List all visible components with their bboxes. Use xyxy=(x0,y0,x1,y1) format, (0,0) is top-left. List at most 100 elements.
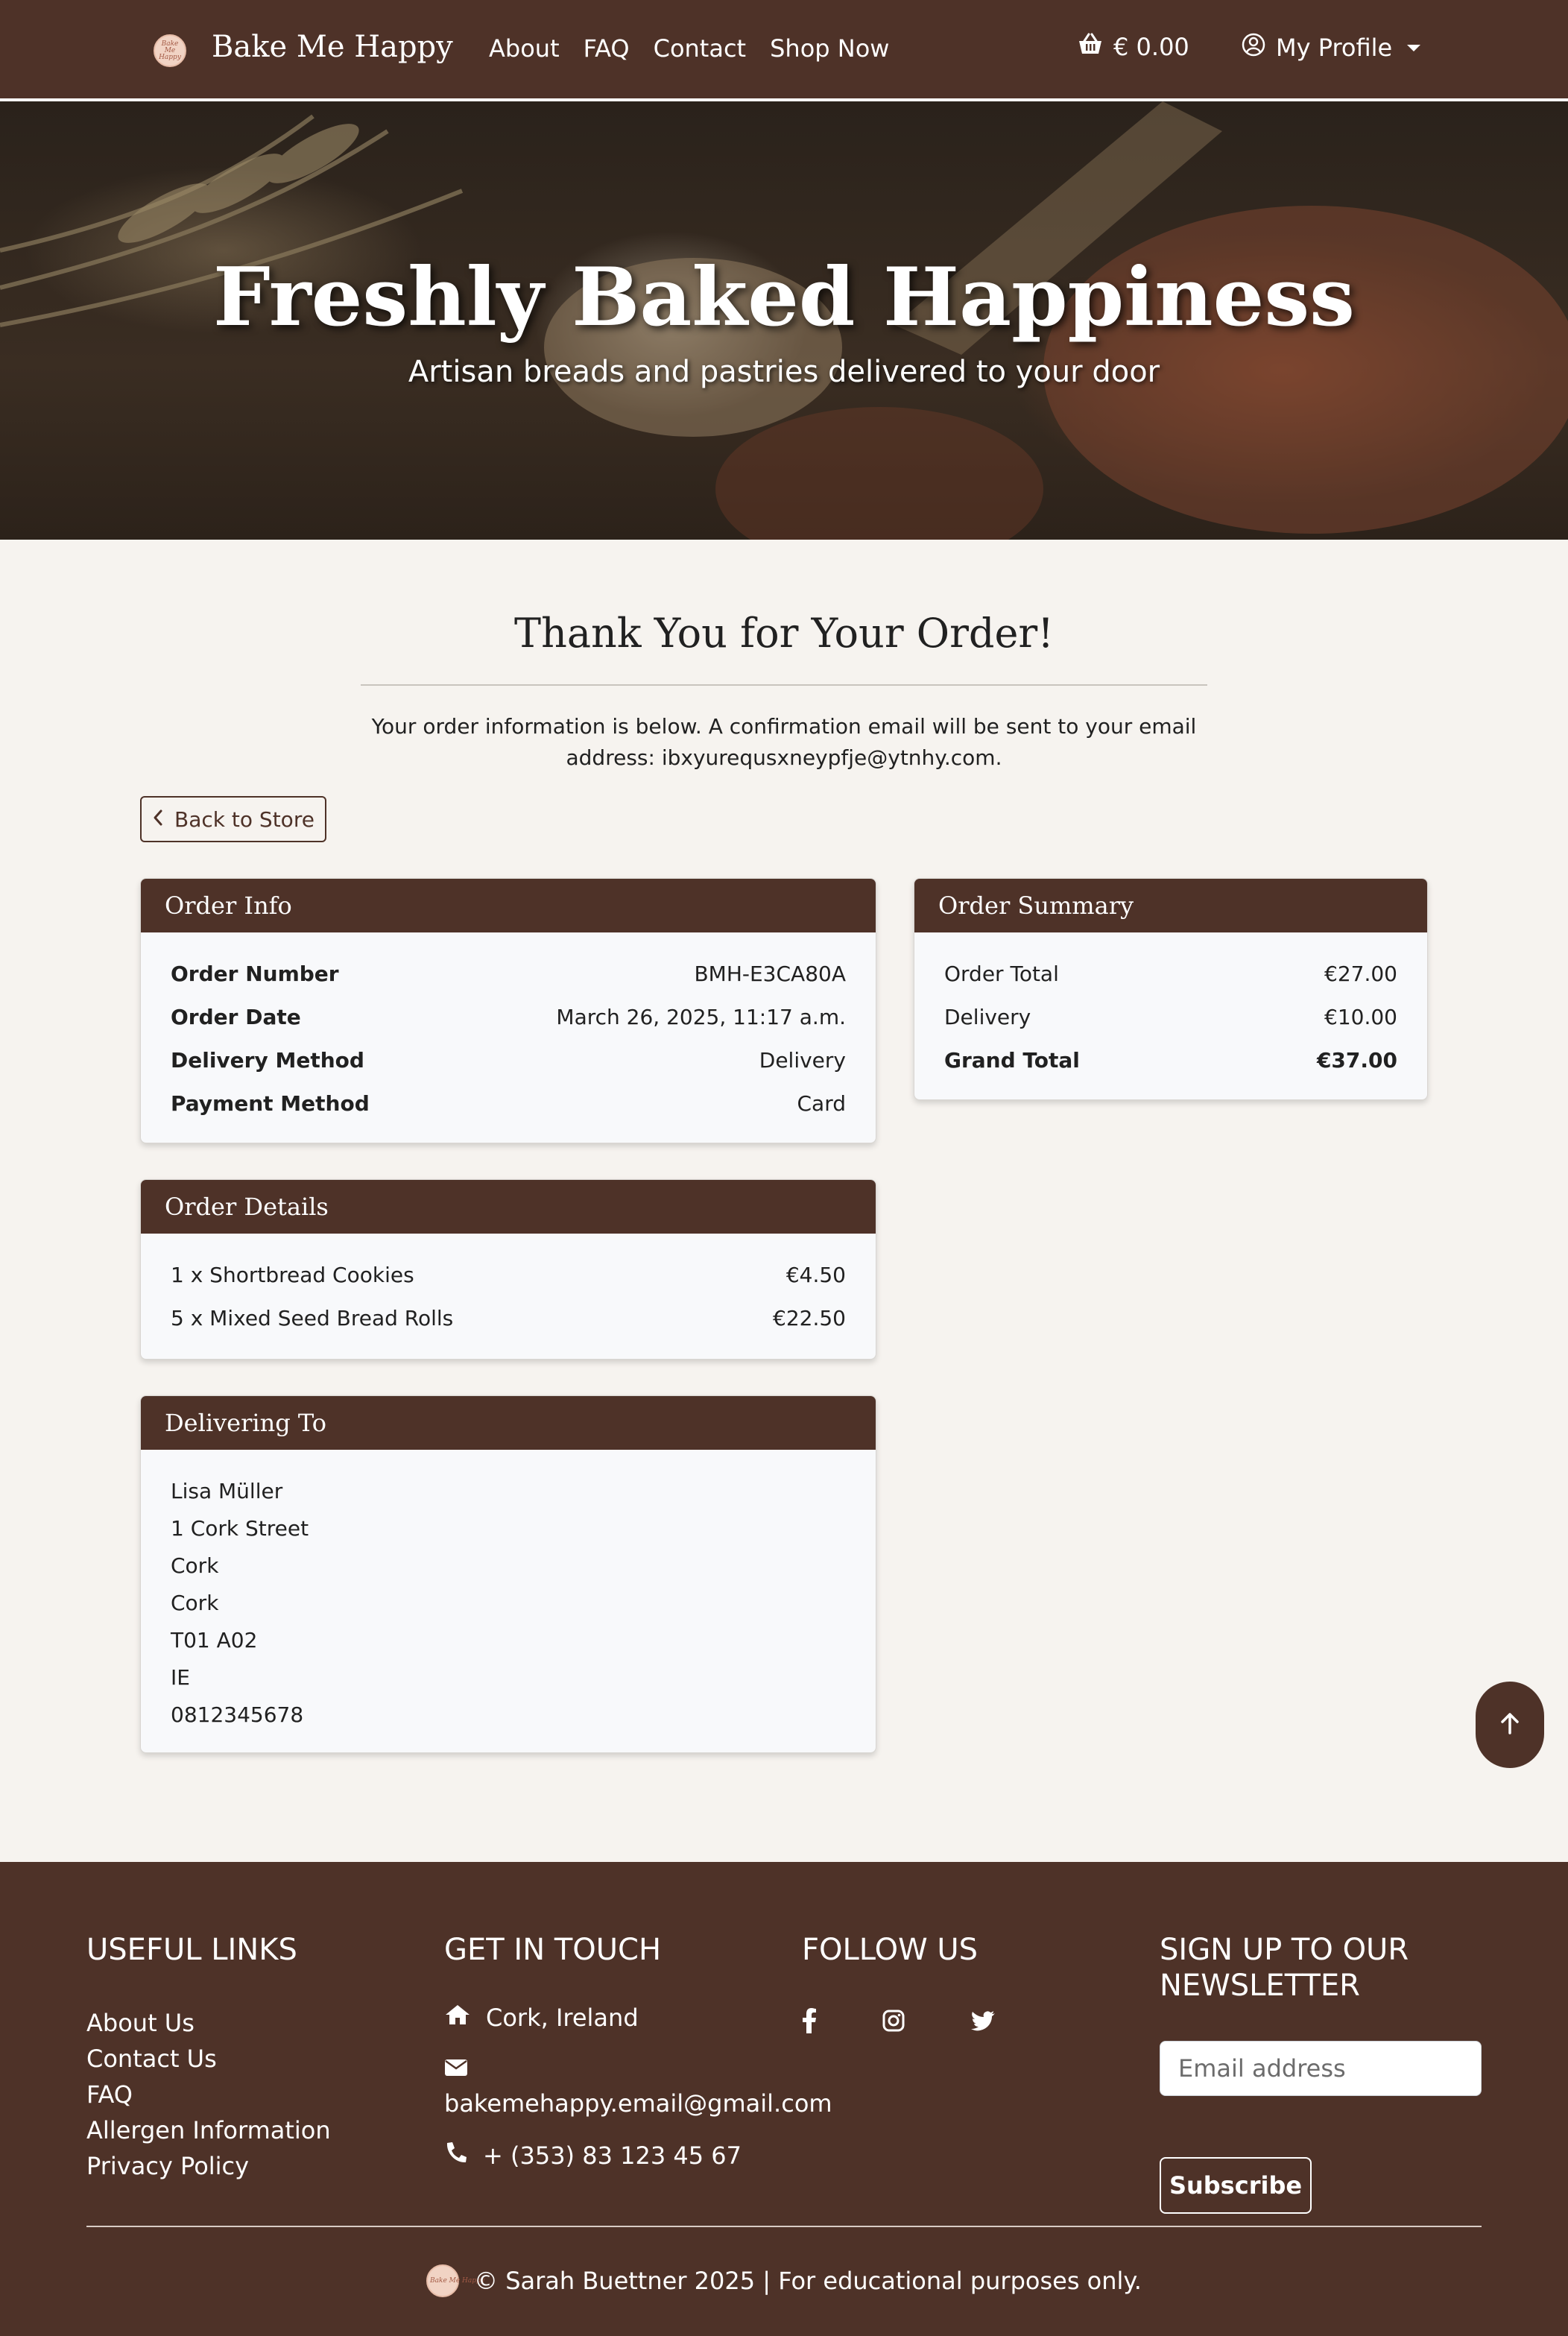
instagram-icon[interactable] xyxy=(882,2010,905,2035)
delivery-method-row: Delivery Method Delivery xyxy=(171,1038,846,1082)
order-total-value: €27.00 xyxy=(1324,961,1397,986)
email-line: bakemehappy.email@gmail.com xyxy=(444,2059,832,2121)
footer-link-faq[interactable]: FAQ xyxy=(86,2077,331,2112)
order-item-price: €4.50 xyxy=(785,1262,846,1287)
subscribe-button[interactable]: Subscribe xyxy=(1160,2157,1312,2214)
cart-button[interactable]: € 0.00 xyxy=(1078,33,1189,61)
address-country: IE xyxy=(171,1664,190,1690)
address-town: Cork xyxy=(171,1553,219,1578)
page-title: Thank You for Your Order! xyxy=(514,610,1054,657)
grand-total-label: Grand Total xyxy=(944,1047,1080,1073)
order-info-header: Order Info xyxy=(141,879,876,932)
footer-link-allergen-information[interactable]: Allergen Information xyxy=(86,2112,331,2148)
address-county: Cork xyxy=(171,1590,219,1615)
newsletter-heading: SIGN UP TO OUR NEWSLETTER xyxy=(1160,1932,1409,2004)
hero-banner: Freshly Baked Happiness Artisan breads a… xyxy=(0,101,1568,540)
back-to-store-button[interactable]: Back to Store xyxy=(140,796,326,842)
phone-line: + (353) 83 123 45 67 xyxy=(444,2141,742,2171)
basket-icon xyxy=(1078,33,1103,61)
contact-email-link[interactable]: bakemehappy.email@gmail.com xyxy=(444,2086,832,2121)
envelope-icon xyxy=(444,2059,832,2080)
order-date-label: Order Date xyxy=(171,1004,301,1029)
order-item-row: 5 x Mixed Seed Bread Rolls €22.50 xyxy=(171,1296,846,1339)
order-date-row: Order Date March 26, 2025, 11:17 a.m. xyxy=(171,995,846,1038)
delivery-cost-value: €10.00 xyxy=(1324,1004,1397,1029)
title-divider xyxy=(361,684,1207,686)
location-line: Cork, Ireland xyxy=(444,2004,639,2032)
delivering-to-card: Delivering To Lisa Müller 1 Cork Street … xyxy=(140,1395,876,1753)
caret-down-icon xyxy=(1407,44,1421,51)
delivery-cost-row: Delivery €10.00 xyxy=(944,995,1397,1038)
navbar: Bake Me Happy Bake Me Happy About FAQ Con… xyxy=(0,0,1568,101)
newsletter-heading-line-2: NEWSLETTER xyxy=(1160,1969,1360,2003)
order-item-label: 1 x Shortbread Cookies xyxy=(171,1262,414,1287)
phone-icon xyxy=(444,2141,468,2171)
brand-name[interactable]: Bake Me Happy xyxy=(212,30,453,64)
order-number-value: BMH-E3CA80A xyxy=(694,961,846,986)
copyright-text: © Sarah Buettner 2025 | For educational … xyxy=(474,2267,1142,2295)
payment-method-value: Card xyxy=(797,1090,846,1116)
order-details-header: Order Details xyxy=(141,1180,876,1234)
recipient-phone: 0812345678 xyxy=(171,1702,304,1727)
useful-links-list: About Us Contact Us FAQ Allergen Informa… xyxy=(86,2005,331,2184)
order-total-row: Order Total €27.00 xyxy=(944,952,1397,995)
chevron-left-icon xyxy=(152,807,164,832)
home-icon xyxy=(444,2004,471,2032)
newsletter-heading-line-1: SIGN UP TO OUR xyxy=(1160,1933,1409,1967)
location-text: Cork, Ireland xyxy=(486,2004,639,2032)
nav-link-contact[interactable]: Contact xyxy=(654,34,747,63)
order-number-label: Order Number xyxy=(171,961,339,986)
follow-heading: FOLLOW US xyxy=(802,1933,979,1967)
order-date-value: March 26, 2025, 11:17 a.m. xyxy=(556,1004,846,1029)
back-to-store-label: Back to Store xyxy=(174,806,314,832)
back-to-top-button[interactable] xyxy=(1476,1682,1544,1768)
order-info-card: Order Info Order Number BMH-E3CA80A Orde… xyxy=(140,878,876,1143)
brand-logo[interactable]: Bake Me Happy xyxy=(154,34,186,67)
recipient-name: Lisa Müller xyxy=(171,1478,283,1503)
payment-method-label: Payment Method xyxy=(171,1090,370,1116)
nav-link-faq[interactable]: FAQ xyxy=(584,34,630,63)
footer-link-about-us[interactable]: About Us xyxy=(86,2005,331,2041)
grand-total-value: €37.00 xyxy=(1316,1047,1397,1073)
footer-logo-text: Bake Me Happy xyxy=(430,2276,484,2285)
profile-dropdown[interactable]: My Profile xyxy=(1242,33,1421,63)
social-links xyxy=(802,2008,996,2036)
arrow-up-icon xyxy=(1499,1711,1520,1738)
copyright-line: Bake Me Happy © Sarah Buettner 2025 | Fo… xyxy=(0,2264,1568,2297)
useful-links-heading: USEFUL LINKS xyxy=(86,1933,297,1967)
delivery-method-value: Delivery xyxy=(759,1047,846,1073)
grand-total-row: Grand Total €37.00 xyxy=(944,1038,1397,1082)
payment-method-row: Payment Method Card xyxy=(171,1082,846,1125)
user-circle-icon xyxy=(1242,33,1265,63)
address-postcode: T01 A02 xyxy=(171,1627,258,1652)
order-number-row: Order Number BMH-E3CA80A xyxy=(171,952,846,995)
footer-logo: Bake Me Happy xyxy=(426,2264,484,2297)
order-summary-card: Order Summary Order Total €27.00 Deliver… xyxy=(914,878,1428,1100)
hero-title: Freshly Baked Happiness xyxy=(213,250,1355,344)
newsletter-email-input[interactable] xyxy=(1160,2041,1482,2096)
order-total-label: Order Total xyxy=(944,961,1059,986)
nav-link-about[interactable]: About xyxy=(489,34,560,63)
order-summary-header: Order Summary xyxy=(914,879,1427,932)
facebook-icon[interactable] xyxy=(802,2008,817,2036)
hero-subtitle: Artisan breads and pastries delivered to… xyxy=(408,355,1160,389)
footer-link-contact-us[interactable]: Contact Us xyxy=(86,2041,331,2077)
order-item-row: 1 x Shortbread Cookies €4.50 xyxy=(171,1253,846,1296)
delivering-to-header: Delivering To xyxy=(141,1396,876,1450)
delivery-cost-label: Delivery xyxy=(944,1004,1031,1029)
order-item-label: 5 x Mixed Seed Bread Rolls xyxy=(171,1305,454,1330)
contact-heading: GET IN TOUCH xyxy=(444,1933,662,1967)
order-details-card: Order Details 1 x Shortbread Cookies €4.… xyxy=(140,1179,876,1360)
site-footer: USEFUL LINKS About Us Contact Us FAQ All… xyxy=(0,1862,1568,2336)
order-intro-text: Your order information is below. A confi… xyxy=(371,714,1197,770)
profile-label: My Profile xyxy=(1276,34,1393,62)
nav-link-shop-now[interactable]: Shop Now xyxy=(770,34,889,63)
footer-link-privacy-policy[interactable]: Privacy Policy xyxy=(86,2148,331,2184)
phone-text: + (353) 83 123 45 67 xyxy=(483,2141,742,2170)
order-item-price: €22.50 xyxy=(773,1305,846,1330)
cart-total: € 0.00 xyxy=(1113,33,1189,61)
footer-divider xyxy=(86,2226,1482,2227)
nav-links: About FAQ Contact Shop Now xyxy=(489,34,889,63)
twitter-icon[interactable] xyxy=(970,2010,996,2034)
delivery-method-label: Delivery Method xyxy=(171,1047,364,1073)
